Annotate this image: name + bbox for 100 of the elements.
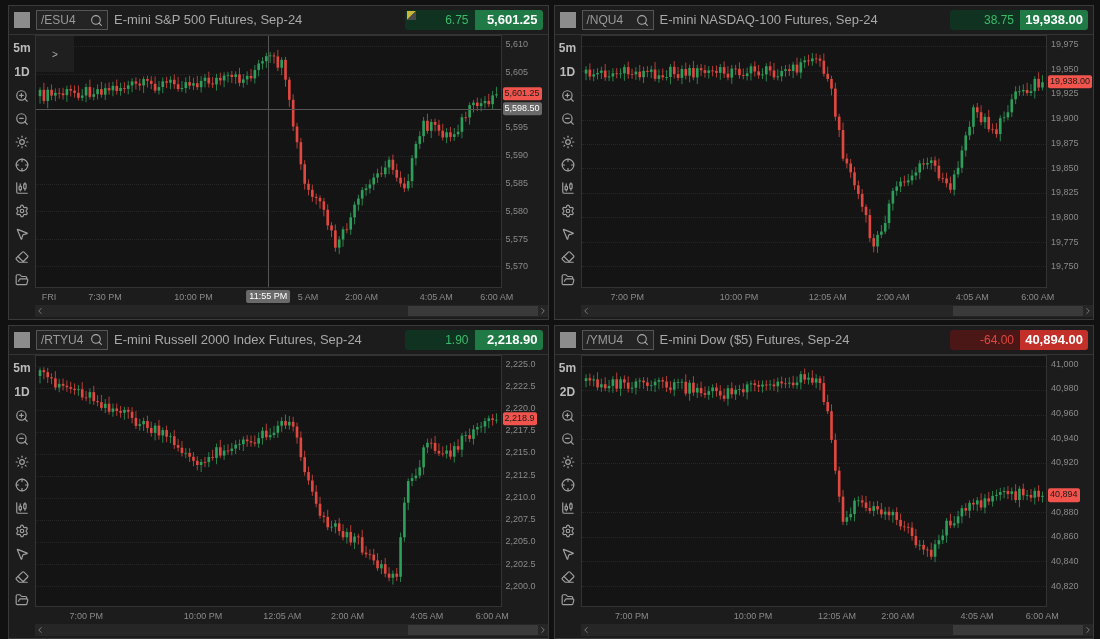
symbol-field[interactable]: /ESU4 bbox=[36, 10, 108, 30]
candlestick-icon[interactable] bbox=[15, 500, 29, 515]
range-label[interactable]: 2D bbox=[559, 382, 576, 401]
time-axis-label: 12:05 AM bbox=[263, 610, 302, 623]
price-axis-label: 19,825 bbox=[1051, 186, 1079, 200]
price-axis-label: 19,775 bbox=[1051, 235, 1079, 249]
price-axis-label: 40,960 bbox=[1051, 407, 1079, 421]
range-label[interactable]: 1D bbox=[559, 63, 576, 81]
price-axis-label: 40,880 bbox=[1051, 505, 1079, 519]
cursor-icon[interactable] bbox=[15, 546, 29, 561]
color-square-icon[interactable] bbox=[14, 331, 30, 348]
price-axis-label: 2,202.5 bbox=[505, 557, 536, 571]
candlestick-icon[interactable] bbox=[560, 181, 575, 195]
folder-icon[interactable] bbox=[560, 592, 575, 607]
price-axis-label: 5,575 bbox=[505, 232, 529, 246]
price-axis-label: 41,000 bbox=[1051, 357, 1079, 371]
color-square-icon[interactable] bbox=[14, 12, 30, 28]
interval-label[interactable]: 5m bbox=[13, 358, 31, 377]
change-value: 6.75 bbox=[404, 10, 475, 30]
price-axis-label: 5,610 bbox=[505, 38, 529, 52]
price-axis-label: 2,217.5 bbox=[505, 424, 536, 438]
zoom-out-icon[interactable] bbox=[15, 431, 29, 446]
eraser-icon[interactable] bbox=[560, 569, 575, 584]
settings-icon[interactable] bbox=[560, 204, 575, 218]
scroll-right-icon[interactable] bbox=[1083, 305, 1093, 316]
symbol-field[interactable]: /NQU4 bbox=[581, 10, 654, 30]
scrollbar-thumb[interactable] bbox=[953, 305, 1083, 316]
folder-icon[interactable] bbox=[15, 273, 29, 287]
eraser-icon[interactable] bbox=[15, 569, 29, 584]
price-axis-label: 5,595 bbox=[505, 121, 529, 135]
horizontal-scrollbar[interactable] bbox=[580, 624, 1093, 636]
price-value: 2,218.90 bbox=[474, 329, 543, 350]
cursor-icon[interactable] bbox=[560, 546, 575, 561]
candlestick-icon[interactable] bbox=[15, 181, 29, 195]
symbol-field[interactable]: /YMU4 bbox=[581, 329, 654, 350]
starburst-icon[interactable] bbox=[560, 135, 575, 149]
scroll-left-icon[interactable] bbox=[35, 625, 45, 635]
price-axis-label: 19,950 bbox=[1051, 63, 1079, 77]
current-price-tag: 19,938.00 bbox=[1048, 74, 1093, 89]
cursor-icon[interactable] bbox=[560, 227, 575, 241]
time-axis-label: 12:05 AM bbox=[808, 290, 847, 304]
settings-icon[interactable] bbox=[15, 523, 29, 538]
interval-label[interactable]: 5m bbox=[13, 39, 31, 57]
crosshair-time-tag: 11:55 PM bbox=[246, 289, 291, 303]
crosshair-icon[interactable] bbox=[560, 477, 575, 492]
crosshair-icon[interactable] bbox=[560, 158, 575, 172]
zoom-in-icon[interactable] bbox=[560, 89, 575, 103]
price-axis-label: 5,590 bbox=[505, 149, 529, 163]
horizontal-scrollbar[interactable] bbox=[580, 304, 1093, 317]
zoom-in-icon[interactable] bbox=[15, 408, 29, 423]
price-axis-label: 5,585 bbox=[505, 177, 529, 191]
expand-toggle[interactable]: > bbox=[36, 36, 74, 72]
candlestick-icon[interactable] bbox=[560, 500, 575, 515]
starburst-icon[interactable] bbox=[15, 135, 29, 149]
price-axis-label: 2,222.5 bbox=[505, 380, 536, 394]
scrollbar-thumb[interactable] bbox=[407, 305, 538, 316]
color-square-icon[interactable] bbox=[559, 331, 576, 348]
color-square-icon[interactable] bbox=[559, 12, 576, 28]
zoom-in-icon[interactable] bbox=[15, 89, 29, 103]
time-axis-label: 10:00 PM bbox=[174, 290, 213, 304]
zoom-out-icon[interactable] bbox=[15, 112, 29, 126]
price-axis-label: 2,212.5 bbox=[505, 468, 536, 482]
price-axis-label: 2,220.0 bbox=[505, 402, 536, 415]
eraser-icon[interactable] bbox=[15, 250, 29, 264]
eraser-icon[interactable] bbox=[560, 250, 575, 264]
scroll-left-icon[interactable] bbox=[35, 305, 45, 316]
range-label[interactable]: 1D bbox=[14, 63, 30, 81]
time-axis-label: 2:00 AM bbox=[881, 610, 915, 623]
price-axis-label: 5,570 bbox=[505, 260, 529, 274]
crosshair-icon[interactable] bbox=[15, 477, 29, 492]
symbol-field[interactable]: /RTYU4 bbox=[36, 329, 108, 350]
starburst-icon[interactable] bbox=[15, 454, 29, 469]
zoom-out-icon[interactable] bbox=[560, 431, 575, 446]
folder-icon[interactable] bbox=[560, 273, 575, 287]
scroll-right-icon[interactable] bbox=[1083, 625, 1093, 635]
settings-icon[interactable] bbox=[15, 204, 29, 218]
current-price-tag: 5,601.25 bbox=[502, 86, 542, 101]
starburst-icon[interactable] bbox=[560, 454, 575, 469]
price-axis-label: 2,225.0 bbox=[505, 357, 536, 371]
zoom-in-icon[interactable] bbox=[560, 408, 575, 423]
crosshair-icon[interactable] bbox=[15, 158, 29, 172]
time-axis-label: 2:00 AM bbox=[345, 290, 379, 304]
interval-label[interactable]: 5m bbox=[558, 39, 577, 57]
price-axis-label: 2,215.0 bbox=[505, 446, 536, 460]
scrollbar-thumb[interactable] bbox=[407, 625, 538, 635]
folder-icon[interactable] bbox=[15, 592, 29, 607]
cursor-icon[interactable] bbox=[15, 227, 29, 241]
time-axis-label: 2:00 AM bbox=[331, 610, 365, 623]
time-axis-label: 10:00 PM bbox=[719, 290, 759, 304]
scrollbar-thumb[interactable] bbox=[953, 625, 1083, 635]
zoom-out-icon[interactable] bbox=[560, 112, 575, 126]
price-axis-label: 19,975 bbox=[1051, 38, 1079, 52]
time-axis-label: 4:05 AM bbox=[955, 290, 989, 304]
horizontal-scrollbar[interactable] bbox=[35, 624, 548, 636]
horizontal-scrollbar[interactable] bbox=[35, 304, 548, 317]
range-label[interactable]: 1D bbox=[14, 382, 30, 401]
interval-label[interactable]: 5m bbox=[558, 358, 577, 377]
search-icon bbox=[635, 13, 649, 27]
settings-icon[interactable] bbox=[560, 523, 575, 538]
current-price-tag: 40,894 bbox=[1048, 488, 1080, 503]
